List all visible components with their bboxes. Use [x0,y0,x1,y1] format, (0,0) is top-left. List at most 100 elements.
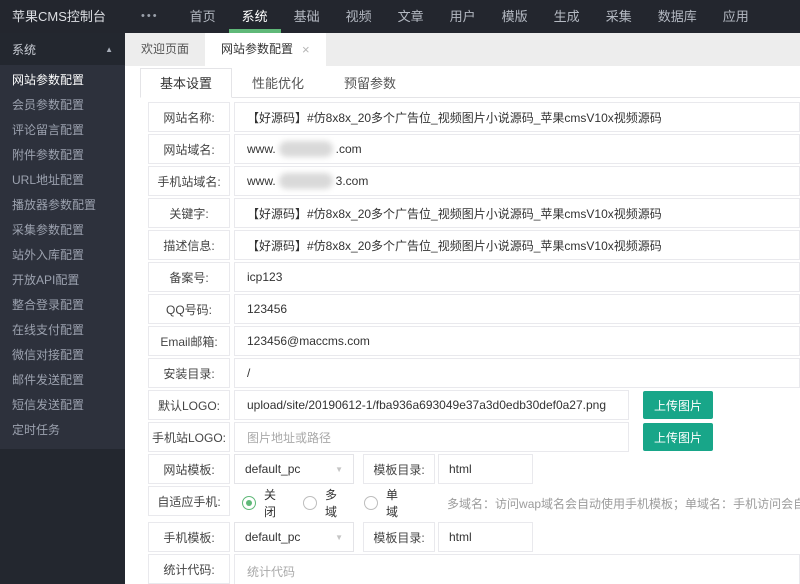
responsive-mobile-radio[interactable]: 关闭 [242,486,276,520]
settings-tab-bar: 基本设置 性能优化 预留参数 [140,68,800,98]
sidebar-item[interactable]: 网站参数配置 [0,68,125,93]
sidebar-menu: 网站参数配置 会员参数配置 评论留言配置 附件参数配置 URL地址配置 播放器参数配置 采集… [0,65,125,449]
sidebar-item[interactable]: 定时任务 [0,418,125,443]
sidebar-item[interactable]: 评论留言配置 [0,118,125,143]
radio-label: 多域 [325,488,338,519]
sidebar-item[interactable]: 附件参数配置 [0,143,125,168]
window-tab[interactable]: 网站参数配置 × [205,33,326,66]
form-row: 手机站域名: www. 3.com [148,166,800,196]
content-panel: 基本设置 性能优化 预留参数 网站名称: 【好源码】#仿8x8x_20多个广告位_视频… [125,66,800,584]
form-row: Email邮箱: 123456@maccms.com [148,326,800,356]
sidebar-item[interactable]: 短信发送配置 [0,393,125,418]
mobile-domain-input[interactable]: www. 3.com [234,166,800,196]
mobile-logo-input[interactable]: 图片地址或路径 [234,422,629,452]
field-label: 手机模板: [148,522,230,552]
more-menu-icon[interactable]: ••• [141,0,159,33]
qq-number-input[interactable]: 123456 [234,294,800,324]
radio-circle-icon [242,496,256,510]
form-row: QQ号码: 123456 [148,294,800,324]
field-label: 网站域名: [148,134,230,164]
tab-性能优化[interactable]: 性能优化 [232,68,324,98]
redaction-blur [278,141,333,157]
topnav-item[interactable]: 数据库 [645,0,710,33]
field-label: 默认LOGO: [148,390,230,420]
window-tab-label: 网站参数配置 [221,42,294,56]
field-label: 描述信息: [148,230,230,260]
tab-基本设置[interactable]: 基本设置 [140,68,233,98]
site-template-dir-input[interactable]: html [438,454,533,484]
sidebar-item[interactable]: 播放器参数配置 [0,193,125,218]
select-value: default_pc [245,530,301,544]
sidebar: 系统 ▲ 网站参数配置 会员参数配置 评论留言配置 附件参数配置 URL地址配置 播放器参… [0,33,125,584]
chevron-down-icon: ▼ [335,464,343,474]
domain-prefix: www. [247,142,276,156]
tab-预留参数[interactable]: 预留参数 [324,68,416,98]
close-icon[interactable]: × [302,43,310,56]
topnav-item[interactable]: 文章 [385,0,437,33]
form-row: 手机模板: default_pc ▼ 模板目录: html [148,522,800,552]
field-label: 网站模板: [148,454,230,484]
topnav-item[interactable]: 应用 [710,0,762,33]
topnav-item[interactable]: 首页 [177,0,229,33]
form-row: 安装目录: / [148,358,800,388]
sidebar-item[interactable]: 微信对接配置 [0,343,125,368]
radio-circle-icon [364,496,379,510]
responsive-mobile-radio[interactable]: 单域 [364,486,398,520]
window-tab[interactable]: 欢迎页面 [125,33,205,66]
sidebar-item[interactable]: 会员参数配置 [0,93,125,118]
sidebar-item[interactable]: 邮件发送配置 [0,368,125,393]
topnav-item[interactable]: 基础 [281,0,333,33]
window-tab-bar: 欢迎页面 网站参数配置 × [125,33,800,66]
topnav-item[interactable]: 系统 [229,0,281,33]
sidebar-item[interactable]: 开放API配置 [0,268,125,293]
field-label: 统计代码: [148,554,230,584]
sidebar-item[interactable]: URL地址配置 [0,168,125,193]
icp-number-input[interactable]: icp123 [234,262,800,292]
topnav-item[interactable]: 用户 [437,0,489,33]
stats-code-textarea[interactable]: 统计代码 [234,554,800,584]
field-label: 备案号: [148,262,230,292]
topnav-item[interactable]: 模版 [489,0,541,33]
collapse-arrow-icon: ▲ [105,44,113,54]
sidebar-item[interactable]: 整合登录配置 [0,293,125,318]
topnav-item[interactable]: 视频 [333,0,385,33]
top-bar: 苹果CMS控制台 ••• 首页 系统 基础 视频 文章 用户 模版 生成 采集 数据库 应用 [0,0,800,33]
responsive-mobile-radio-group: 关闭 多域 单域 [242,486,425,520]
form-row: 网站域名: www. .com [148,134,800,164]
keywords-input[interactable]: 【好源码】#仿8x8x_20多个广告位_视频图片小说源码_苹果cmsV10x视频… [234,198,800,228]
app-title: 苹果CMS控制台 [12,9,106,24]
description-input[interactable]: 【好源码】#仿8x8x_20多个广告位_视频图片小说源码_苹果cmsV10x视频… [234,230,800,260]
field-label: QQ号码: [148,294,230,324]
site-template-select[interactable]: default_pc ▼ [234,454,354,484]
sidebar-item[interactable]: 在线支付配置 [0,318,125,343]
mobile-template-dir-input[interactable]: html [438,522,533,552]
site-domain-input[interactable]: www. .com [234,134,800,164]
select-value: default_pc [245,462,301,476]
field-label: 模板目录: [363,454,435,484]
site-name-input[interactable]: 【好源码】#仿8x8x_20多个广告位_视频图片小说源码_苹果cmsV10x视频… [234,102,800,132]
sidebar-item[interactable]: 站外入库配置 [0,243,125,268]
default-logo-upload-button[interactable]: 上传图片 [643,391,714,419]
form-row: 手机站LOGO: 图片地址或路径 上传图片 [148,422,800,452]
responsive-mobile-radio[interactable]: 多域 [303,486,337,520]
install-dir-input[interactable]: / [234,358,800,388]
domain-suffix: .com [335,142,362,156]
email-input[interactable]: 123456@maccms.com [234,326,800,356]
field-label: 自适应手机: [148,486,230,516]
default-logo-input[interactable]: upload/site/20190612-1/fba936a693049e37a… [234,390,629,420]
mobile-template-select[interactable]: default_pc ▼ [234,522,354,552]
domain-suffix: 3.com [335,174,369,188]
form-row: 默认LOGO: upload/site/20190612-1/fba936a693… [148,390,800,420]
field-label: 关键字: [148,198,230,228]
field-label: 手机站LOGO: [148,422,230,452]
radio-label: 关闭 [264,488,277,519]
form-row: 备案号: icp123 [148,262,800,292]
topnav-item[interactable]: 生成 [541,0,593,33]
topnav-item[interactable]: 采集 [593,0,645,33]
mobile-logo-upload-button[interactable]: 上传图片 [643,423,714,451]
sidebar-item[interactable]: 采集参数配置 [0,218,125,243]
redaction-blur [278,173,333,189]
sidebar-group-system[interactable]: 系统 ▲ [0,33,125,65]
main-area: 欢迎页面 网站参数配置 × 基本设置 性能优化 预留参数 网站名称: 【好源码】#仿8x8… [125,33,800,584]
radio-circle-icon [303,496,318,510]
